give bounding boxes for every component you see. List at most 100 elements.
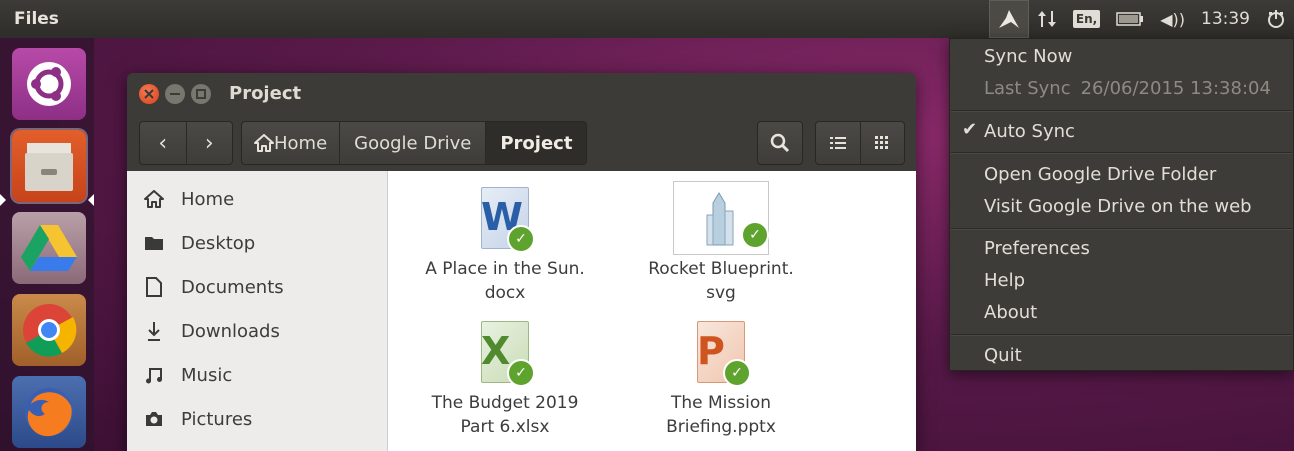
list-view-button[interactable]	[816, 122, 861, 164]
powerpoint-presentation-icon: P ✓	[693, 319, 751, 387]
google-drive-app-icon[interactable]	[12, 212, 86, 284]
maximize-icon	[196, 89, 206, 99]
sidebar-item-label: Desktop	[181, 232, 256, 254]
sidebar-item-label: Documents	[181, 276, 284, 298]
firefox-app-icon[interactable]	[12, 376, 86, 448]
menu-separator	[951, 228, 1292, 230]
breadcrumb-home-label: Home	[274, 132, 328, 154]
music-icon	[141, 366, 167, 384]
close-button[interactable]	[139, 84, 159, 104]
sidebar-item-label: Music	[181, 364, 233, 386]
sidebar-item-pictures[interactable]: Pictures	[141, 399, 252, 439]
menu-item-auto-sync[interactable]: Auto Sync	[984, 116, 1075, 146]
back-button[interactable]: ‹	[140, 122, 186, 164]
last-sync-value: 26/06/2015 13:38:04	[1080, 77, 1271, 99]
file-name: The Mission Briefing.pptx	[666, 393, 776, 437]
sidebar-item-home[interactable]: Home	[141, 179, 234, 219]
sync-check-icon: ✓	[507, 359, 535, 387]
svg-thumbnail-icon: ✓	[673, 181, 769, 255]
toolbar: ‹ › Home Google Drive Project	[127, 115, 916, 171]
network-icon[interactable]	[1029, 0, 1065, 38]
sync-check-icon: ✓	[507, 225, 535, 253]
maximize-button[interactable]	[191, 84, 211, 104]
file-item[interactable]: X ✓ The Budget 2019 Part 6.xlsx	[415, 319, 595, 439]
menu-item-about[interactable]: About	[984, 297, 1037, 327]
breadcrumb-project[interactable]: Project	[485, 122, 587, 164]
indicator-area: En, ◀)) 13:39	[988, 0, 1294, 38]
view-toggle-group	[815, 121, 905, 165]
menu-item-help[interactable]: Help	[984, 265, 1025, 295]
home-icon	[254, 134, 274, 152]
window-title: Project	[229, 83, 302, 104]
minimize-button[interactable]	[165, 84, 185, 104]
checkmark-icon: ✔	[962, 119, 978, 140]
grid-view-button[interactable]	[861, 122, 905, 164]
menu-separator	[951, 110, 1292, 112]
search-button[interactable]	[757, 121, 803, 165]
files-window: Project ‹ › Home Google Drive Project Ho…	[127, 73, 916, 451]
sidebar-item-label: Pictures	[181, 408, 253, 430]
sync-check-icon: ✓	[723, 359, 751, 387]
menu-separator	[951, 334, 1292, 336]
document-icon	[141, 277, 167, 297]
volume-icon[interactable]: ◀))	[1152, 0, 1193, 38]
menu-separator	[951, 152, 1292, 154]
minimize-icon	[170, 93, 180, 95]
running-indicator	[0, 194, 6, 206]
close-icon	[144, 89, 154, 99]
sidebar-item-desktop[interactable]: Desktop	[141, 223, 255, 263]
power-icon[interactable]	[1258, 0, 1294, 38]
file-name: A Place in the Sun. docx	[425, 259, 585, 303]
file-name: The Budget 2019 Part 6.xlsx	[431, 393, 579, 437]
breadcrumb-home[interactable]: Home	[242, 122, 339, 164]
sidebar-item-music[interactable]: Music	[141, 355, 232, 395]
file-item[interactable]: W ✓ A Place in the Sun. docx	[415, 185, 595, 305]
app-title: Files	[14, 9, 59, 29]
menu-item-sync-now[interactable]: Sync Now	[984, 41, 1072, 71]
breadcrumb: Home Google Drive Project	[241, 121, 588, 165]
menu-item-open-folder[interactable]: Open Google Drive Folder	[984, 159, 1216, 189]
file-item[interactable]: ✓ Rocket Blueprint. svg	[631, 181, 811, 305]
menu-item-visit-web[interactable]: Visit Google Drive on the web	[984, 191, 1252, 221]
chrome-app-icon[interactable]	[12, 294, 86, 366]
file-view: W ✓ A Place in the Sun. docx ✓ Rocket Bl…	[388, 171, 916, 451]
forward-button[interactable]: ›	[185, 122, 233, 164]
menu-item-preferences[interactable]: Preferences	[984, 233, 1090, 263]
sidebar-item-label: Home	[181, 188, 235, 210]
files-app-icon[interactable]	[12, 130, 86, 202]
launcher	[0, 38, 94, 451]
word-document-icon: W ✓	[477, 185, 535, 253]
battery-icon[interactable]	[1108, 0, 1152, 38]
sidebar-item-downloads[interactable]: Downloads	[141, 311, 280, 351]
list-view-icon	[829, 137, 846, 149]
sync-check-icon: ✓	[741, 221, 769, 249]
download-icon	[141, 321, 167, 341]
places-sidebar: Home Desktop Documents Downloads Music P…	[127, 171, 388, 451]
search-icon	[770, 133, 790, 153]
excel-spreadsheet-icon: X ✓	[477, 319, 535, 387]
ubuntu-logo-icon[interactable]	[12, 48, 86, 120]
sidebar-item-label: Downloads	[181, 320, 280, 342]
top-panel: Files En, ◀)) 13:39	[0, 0, 1294, 38]
active-indicator	[88, 194, 94, 206]
breadcrumb-google-drive[interactable]: Google Drive	[339, 122, 485, 164]
chevron-right-icon: ›	[204, 130, 214, 156]
menu-item-last-sync: Last Sync 26/06/2015 13:38:04	[984, 73, 1271, 103]
home-icon	[141, 190, 167, 208]
file-item[interactable]: P ✓ The Mission Briefing.pptx	[631, 319, 811, 439]
last-sync-label: Last Sync	[984, 77, 1071, 99]
clock[interactable]: 13:39	[1193, 0, 1258, 38]
keyboard-layout-icon[interactable]: En,	[1065, 0, 1108, 38]
folder-icon	[141, 235, 167, 251]
history-nav: ‹ ›	[139, 121, 233, 165]
camera-icon	[141, 411, 167, 427]
keyboard-layout-label: En,	[1072, 10, 1101, 28]
grid-view-icon	[875, 136, 889, 149]
sidebar-item-documents[interactable]: Documents	[141, 267, 284, 307]
window-titlebar[interactable]: Project	[127, 73, 916, 115]
google-drive-indicator-menu: Sync Now Last Sync 26/06/2015 13:38:04 ✔…	[949, 38, 1294, 371]
file-name: Rocket Blueprint. svg	[648, 259, 794, 303]
menu-item-quit[interactable]: Quit	[984, 340, 1022, 370]
chevron-left-icon: ‹	[158, 130, 168, 156]
google-drive-indicator-icon[interactable]	[988, 0, 1029, 38]
